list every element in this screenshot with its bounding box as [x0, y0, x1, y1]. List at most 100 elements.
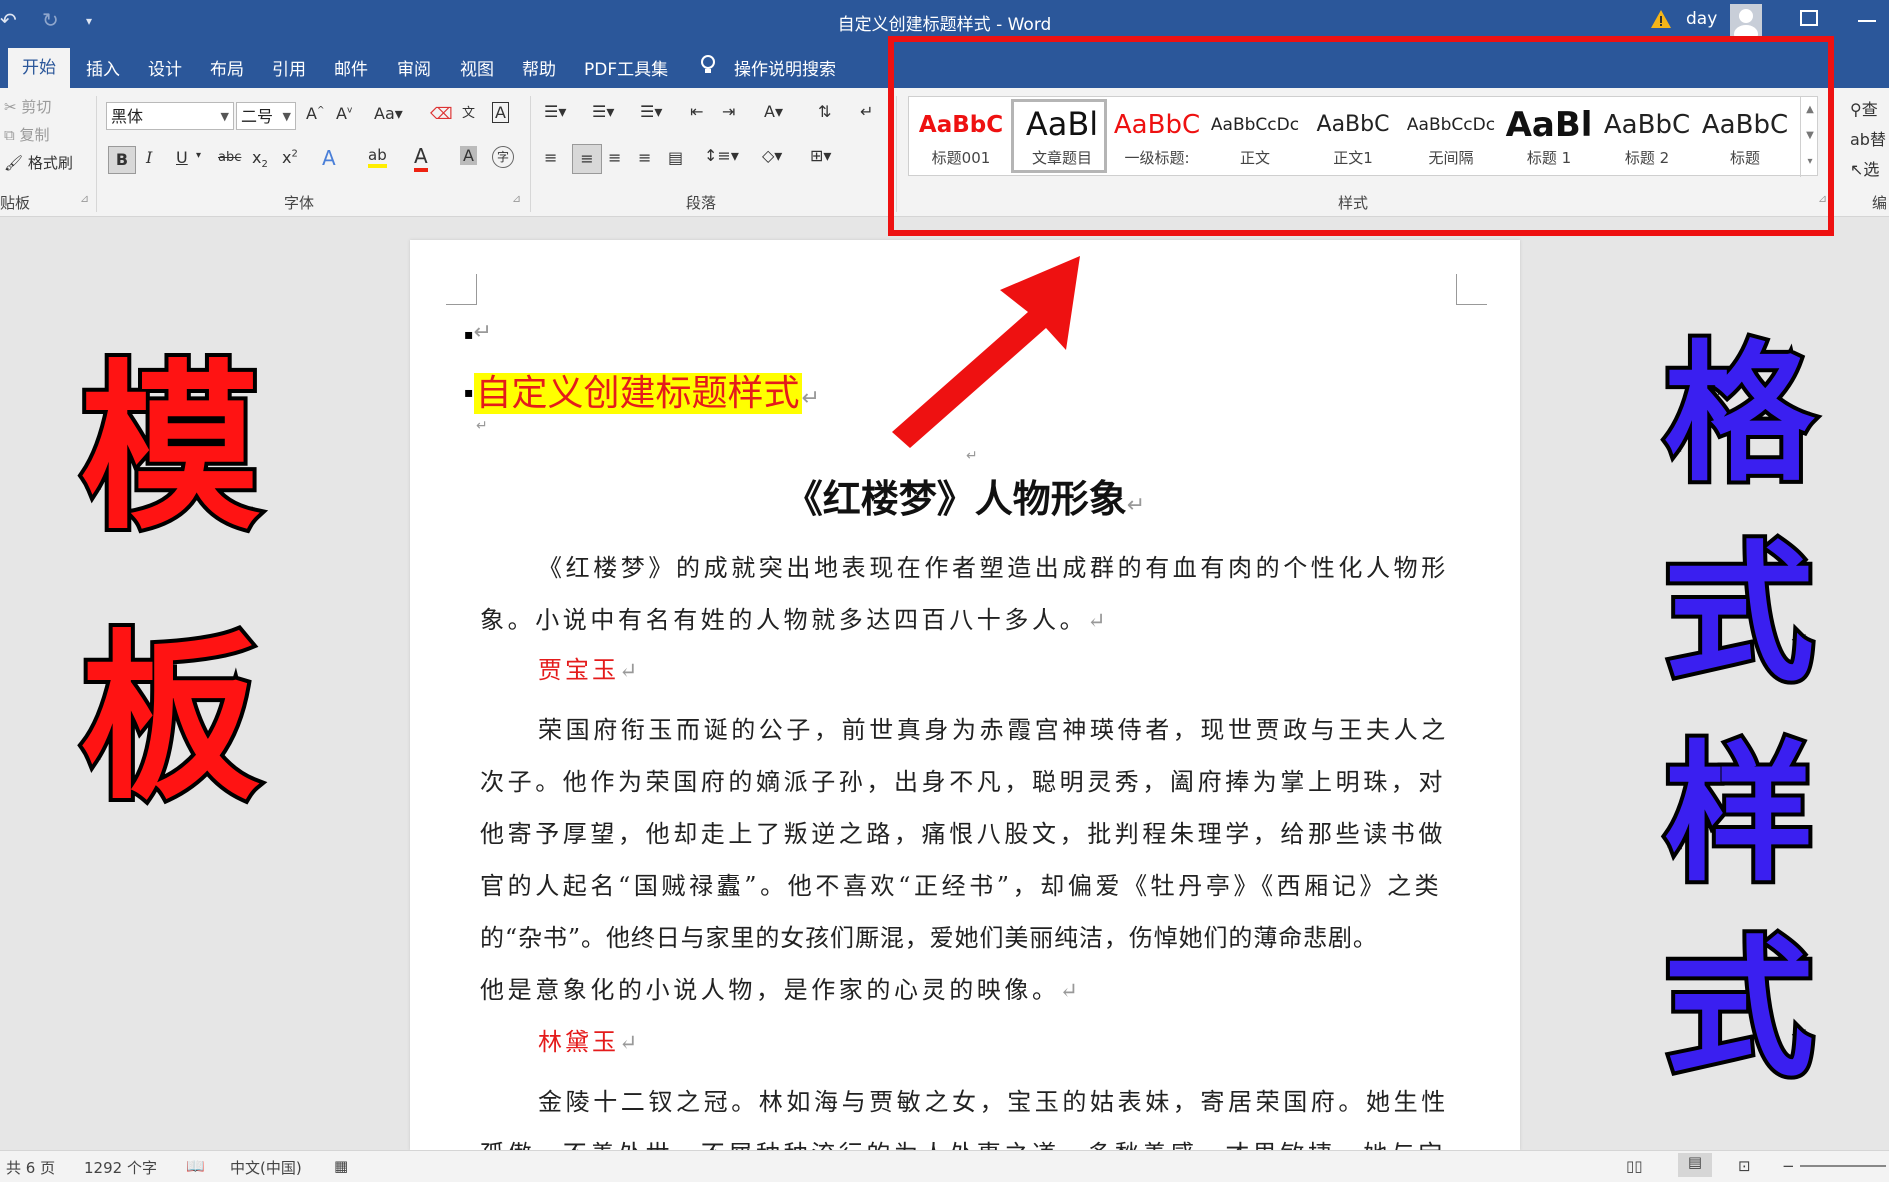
italic-button[interactable]: I: [146, 148, 152, 167]
macro-icon[interactable]: ▦: [334, 1157, 348, 1175]
tab-view[interactable]: 视图: [460, 55, 494, 80]
language[interactable]: 中文(中国): [230, 1157, 302, 1178]
cursor-icon: ↖: [1850, 160, 1864, 179]
replace-button[interactable]: ab替: [1850, 126, 1886, 150]
paragraph-mark-icon: ↵: [619, 659, 641, 684]
document-title-line[interactable]: 《红楼梦》人物形象↵: [410, 468, 1520, 523]
zoom-out-icon[interactable]: −: [1782, 1157, 1795, 1175]
decrease-indent-icon[interactable]: ⇤: [690, 102, 703, 121]
copy-button[interactable]: ⧉ 复制: [4, 124, 50, 145]
clipboard-group-label: 贴板: [0, 194, 31, 212]
strikethrough-button[interactable]: abc: [218, 150, 241, 165]
font-group-label: 字体: [284, 194, 315, 212]
line-spacing-icon[interactable]: ↕≡▾: [704, 146, 739, 165]
group-separator: [530, 96, 531, 212]
minimize-icon[interactable]: [1858, 20, 1876, 22]
paragraph-line: 象。小说中有名有姓的人物就多达四百八十多人。↵: [480, 606, 1110, 634]
tab-pdf-tools[interactable]: PDF工具集: [584, 55, 668, 80]
clear-formatting-icon[interactable]: ⌫: [430, 104, 453, 123]
character-heading: 林黛玉↵: [538, 1028, 641, 1056]
sort-icon[interactable]: ⇅: [818, 102, 831, 121]
align-center-icon[interactable]: ≡: [572, 144, 602, 174]
overlay-left-char: 模: [76, 345, 264, 554]
phonetic-guide-icon[interactable]: 文: [462, 102, 475, 121]
align-right-icon[interactable]: ≡: [608, 148, 621, 167]
numbering-icon[interactable]: ☰▾: [592, 102, 614, 121]
chinese-layout-icon[interactable]: A▾: [764, 102, 783, 121]
bold-button[interactable]: B: [108, 146, 136, 174]
user-name[interactable]: day: [1686, 9, 1717, 29]
editing-group-label: 编: [1872, 194, 1888, 212]
underline-button[interactable]: U: [176, 148, 188, 167]
superscript-button[interactable]: x2: [282, 148, 298, 167]
tab-home[interactable]: 开始: [8, 48, 70, 88]
paragraph-line: 他是意象化的小说人物，是作家的心灵的映像。↵: [480, 976, 1082, 1004]
paragraph-line: 的“杂书”。他终日与家里的女孩们厮混，爱她们美丽纯洁，伤悼她们的薄命悲剧。: [480, 924, 1378, 952]
chevron-down-icon[interactable]: ▾: [196, 150, 201, 161]
paragraph-line: 荣国府衔玉而诞的公子，前世真身为赤霞宫神瑛侍者，现世贾政与王夫人之: [538, 716, 1449, 744]
find-button[interactable]: ⚲查: [1850, 96, 1878, 120]
proofing-icon[interactable]: 📖: [186, 1157, 205, 1175]
multilevel-list-icon[interactable]: ☰▾: [640, 102, 662, 121]
chevron-down-icon: ▼: [282, 110, 291, 123]
shrink-font-icon[interactable]: Av: [336, 104, 352, 123]
paragraph-group-label: 段落: [686, 194, 717, 212]
text-effects-icon[interactable]: A: [322, 146, 336, 170]
window-title: 自定义创建标题样式 - Word: [837, 15, 1052, 35]
overlay-right-char: 式: [1660, 528, 1818, 702]
tab-references[interactable]: 引用: [272, 55, 306, 80]
cut-button[interactable]: ✂ 剪切: [4, 96, 51, 117]
red-arrow-icon: [892, 256, 1080, 448]
tab-design[interactable]: 设计: [148, 55, 182, 80]
word-count[interactable]: 1292 个字: [84, 1157, 157, 1178]
replace-icon: ab: [1850, 130, 1870, 149]
clipboard-launcher-icon[interactable]: ⊿: [80, 192, 89, 205]
font-size-combo[interactable]: 二号 ▼: [236, 102, 296, 130]
zoom-slider[interactable]: [1800, 1165, 1886, 1167]
borders-icon[interactable]: ⊞▾: [810, 146, 831, 165]
align-left-icon[interactable]: ≡: [544, 148, 557, 167]
tab-layout[interactable]: 布局: [210, 55, 244, 80]
ribbon-display-options-icon[interactable]: [1800, 10, 1818, 26]
distributed-icon[interactable]: ▤: [668, 148, 683, 167]
character-shading-icon[interactable]: A: [460, 146, 477, 165]
tab-insert[interactable]: 插入: [86, 55, 120, 80]
paragraph-mark-icon: ↵: [966, 448, 978, 464]
font-launcher-icon[interactable]: ⊿: [512, 192, 521, 205]
chevron-down-icon: ▼: [220, 110, 229, 123]
status-bar: 共 6 页 1292 个字 📖 中文(中国) ▦ ▯▯ ▤ ⊡ −: [0, 1150, 1889, 1182]
font-color-icon[interactable]: A: [414, 144, 428, 172]
bullets-icon[interactable]: ☰▾: [544, 102, 566, 121]
shading-icon[interactable]: ◇▾: [762, 146, 782, 165]
empty-paragraph: ▪↵: [464, 320, 492, 345]
group-separator: [96, 96, 97, 212]
select-button[interactable]: ↖选: [1850, 156, 1879, 180]
tab-review[interactable]: 审阅: [397, 55, 431, 80]
warning-icon[interactable]: [1650, 9, 1672, 29]
font-name-combo[interactable]: 黑体 ▼: [106, 102, 234, 130]
paragraph-mark-icon: ↵: [1087, 609, 1110, 634]
read-mode-icon[interactable]: ▯▯: [1626, 1157, 1643, 1175]
show-marks-icon[interactable]: ↵: [860, 102, 873, 121]
subscript-button[interactable]: x2: [252, 148, 268, 170]
overlay-right-char: 格: [1660, 328, 1818, 502]
character-border-icon[interactable]: A: [492, 102, 509, 123]
increase-indent-icon[interactable]: ⇥: [722, 102, 735, 121]
change-case-button[interactable]: Aa▾: [374, 104, 403, 123]
justify-icon[interactable]: ≡: [638, 148, 651, 167]
page-count[interactable]: 共 6 页: [6, 1157, 55, 1178]
custom-heading[interactable]: ▪自定义创建标题样式↵: [464, 364, 820, 416]
tab-help[interactable]: 帮助: [522, 55, 556, 80]
web-layout-icon[interactable]: ⊡: [1738, 1157, 1751, 1175]
grow-font-icon[interactable]: A^: [306, 104, 325, 123]
tab-mailings[interactable]: 邮件: [334, 55, 368, 80]
paragraph-mark-icon: ↵: [1126, 493, 1146, 518]
avatar[interactable]: [1730, 4, 1762, 43]
highlight-icon[interactable]: ab: [368, 146, 387, 168]
paragraph-mark-icon: ↵: [1059, 979, 1082, 1004]
print-layout-icon[interactable]: ▤: [1678, 1153, 1712, 1177]
character-heading: 贾宝玉↵: [538, 656, 641, 684]
tell-me-search[interactable]: 操作说明搜索: [734, 55, 836, 80]
format-painter-button[interactable]: 🖌 格式刷: [4, 152, 73, 173]
enclose-characters-icon[interactable]: 字: [492, 146, 514, 168]
